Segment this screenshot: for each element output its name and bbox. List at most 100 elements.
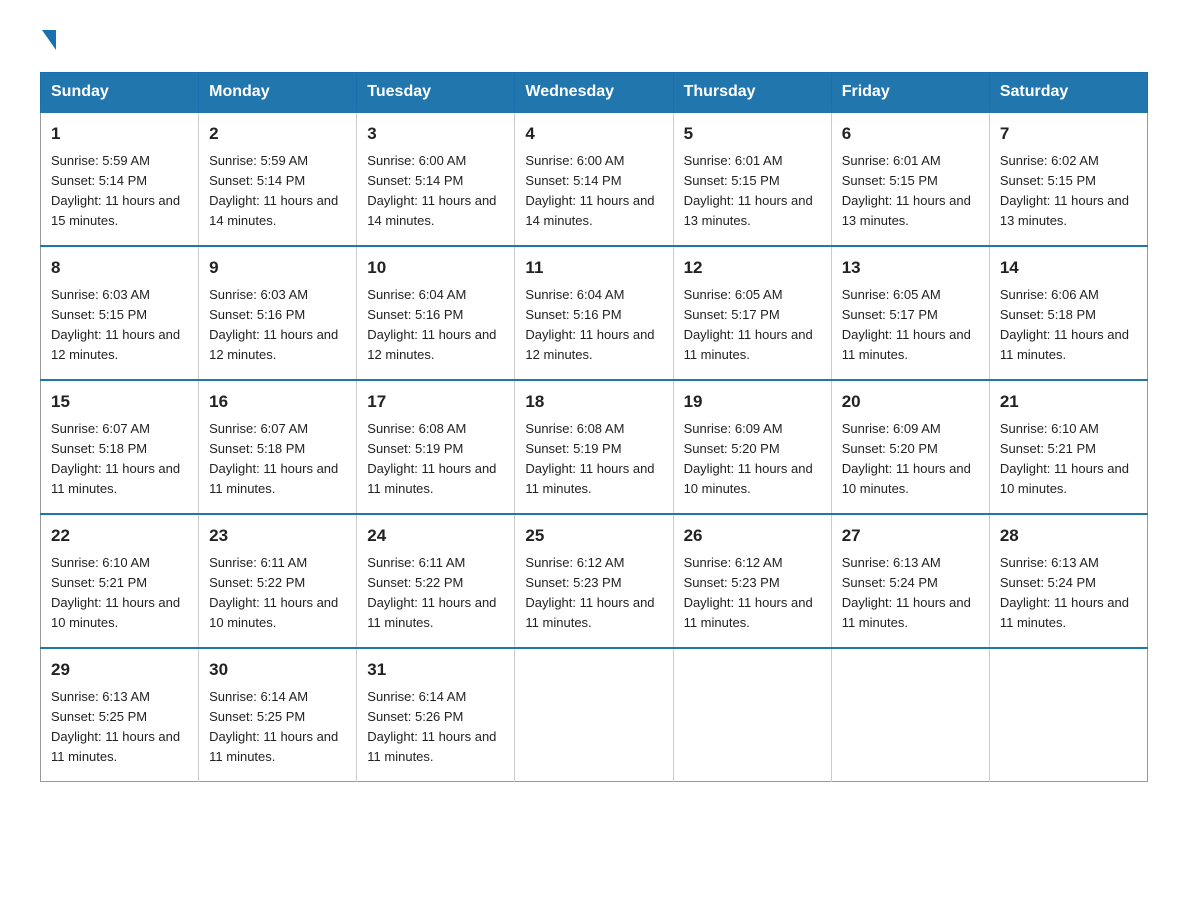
day-number: 14 (1000, 255, 1137, 281)
day-info: Sunrise: 6:13 AMSunset: 5:24 PMDaylight:… (842, 553, 979, 634)
day-info: Sunrise: 6:03 AMSunset: 5:16 PMDaylight:… (209, 285, 346, 366)
day-info: Sunrise: 6:12 AMSunset: 5:23 PMDaylight:… (684, 553, 821, 634)
day-number: 30 (209, 657, 346, 683)
logo (40, 30, 56, 54)
calendar-cell: 22 Sunrise: 6:10 AMSunset: 5:21 PMDayligh… (41, 514, 199, 648)
calendar-cell: 18 Sunrise: 6:08 AMSunset: 5:19 PMDayligh… (515, 380, 673, 514)
header-monday: Monday (199, 73, 357, 113)
day-info: Sunrise: 6:07 AMSunset: 5:18 PMDaylight:… (209, 419, 346, 500)
day-number: 21 (1000, 389, 1137, 415)
day-info: Sunrise: 6:05 AMSunset: 5:17 PMDaylight:… (842, 285, 979, 366)
header-wednesday: Wednesday (515, 73, 673, 113)
calendar-cell (831, 648, 989, 782)
day-number: 7 (1000, 121, 1137, 147)
calendar-cell: 1 Sunrise: 5:59 AMSunset: 5:14 PMDaylight… (41, 112, 199, 246)
calendar-cell: 21 Sunrise: 6:10 AMSunset: 5:21 PMDayligh… (989, 380, 1147, 514)
day-number: 1 (51, 121, 188, 147)
calendar-cell: 14 Sunrise: 6:06 AMSunset: 5:18 PMDayligh… (989, 246, 1147, 380)
day-info: Sunrise: 6:06 AMSunset: 5:18 PMDaylight:… (1000, 285, 1137, 366)
calendar-cell (673, 648, 831, 782)
day-info: Sunrise: 6:05 AMSunset: 5:17 PMDaylight:… (684, 285, 821, 366)
day-info: Sunrise: 6:00 AMSunset: 5:14 PMDaylight:… (525, 151, 662, 232)
day-number: 18 (525, 389, 662, 415)
day-number: 31 (367, 657, 504, 683)
day-info: Sunrise: 6:10 AMSunset: 5:21 PMDaylight:… (1000, 419, 1137, 500)
calendar-cell: 9 Sunrise: 6:03 AMSunset: 5:16 PMDaylight… (199, 246, 357, 380)
calendar-cell: 24 Sunrise: 6:11 AMSunset: 5:22 PMDayligh… (357, 514, 515, 648)
day-info: Sunrise: 6:01 AMSunset: 5:15 PMDaylight:… (842, 151, 979, 232)
day-info: Sunrise: 6:09 AMSunset: 5:20 PMDaylight:… (684, 419, 821, 500)
day-number: 6 (842, 121, 979, 147)
day-number: 10 (367, 255, 504, 281)
calendar-cell: 6 Sunrise: 6:01 AMSunset: 5:15 PMDaylight… (831, 112, 989, 246)
header-tuesday: Tuesday (357, 73, 515, 113)
header-saturday: Saturday (989, 73, 1147, 113)
day-number: 2 (209, 121, 346, 147)
day-info: Sunrise: 6:09 AMSunset: 5:20 PMDaylight:… (842, 419, 979, 500)
day-number: 20 (842, 389, 979, 415)
calendar-cell: 17 Sunrise: 6:08 AMSunset: 5:19 PMDayligh… (357, 380, 515, 514)
day-number: 17 (367, 389, 504, 415)
day-number: 25 (525, 523, 662, 549)
calendar-cell: 23 Sunrise: 6:11 AMSunset: 5:22 PMDayligh… (199, 514, 357, 648)
calendar-cell: 13Sunrise: 6:05 AMSunset: 5:17 PMDayligh… (831, 246, 989, 380)
calendar-cell: 11Sunrise: 6:04 AMSunset: 5:16 PMDayligh… (515, 246, 673, 380)
calendar-cell: 29 Sunrise: 6:13 AMSunset: 5:25 PMDayligh… (41, 648, 199, 782)
day-number: 23 (209, 523, 346, 549)
day-number: 28 (1000, 523, 1137, 549)
calendar-week-row: 22 Sunrise: 6:10 AMSunset: 5:21 PMDayligh… (41, 514, 1148, 648)
day-info: Sunrise: 6:12 AMSunset: 5:23 PMDaylight:… (525, 553, 662, 634)
calendar-cell: 7 Sunrise: 6:02 AMSunset: 5:15 PMDaylight… (989, 112, 1147, 246)
day-number: 26 (684, 523, 821, 549)
day-number: 9 (209, 255, 346, 281)
calendar-week-row: 29 Sunrise: 6:13 AMSunset: 5:25 PMDayligh… (41, 648, 1148, 782)
day-info: Sunrise: 6:00 AMSunset: 5:14 PMDaylight:… (367, 151, 504, 232)
logo-triangle-icon (42, 30, 56, 50)
calendar-cell: 30 Sunrise: 6:14 AMSunset: 5:25 PMDayligh… (199, 648, 357, 782)
day-number: 29 (51, 657, 188, 683)
calendar-cell: 12 Sunrise: 6:05 AMSunset: 5:17 PMDayligh… (673, 246, 831, 380)
day-number: 27 (842, 523, 979, 549)
day-info: Sunrise: 5:59 AMSunset: 5:14 PMDaylight:… (209, 151, 346, 232)
header-friday: Friday (831, 73, 989, 113)
calendar-cell: 28Sunrise: 6:13 AMSunset: 5:24 PMDayligh… (989, 514, 1147, 648)
day-number: 24 (367, 523, 504, 549)
calendar-cell: 16 Sunrise: 6:07 AMSunset: 5:18 PMDayligh… (199, 380, 357, 514)
calendar-table: SundayMondayTuesdayWednesdayThursdayFrid… (40, 72, 1148, 782)
calendar-cell: 26 Sunrise: 6:12 AMSunset: 5:23 PMDayligh… (673, 514, 831, 648)
calendar-cell (515, 648, 673, 782)
calendar-cell: 2 Sunrise: 5:59 AMSunset: 5:14 PMDaylight… (199, 112, 357, 246)
day-info: Sunrise: 6:11 AMSunset: 5:22 PMDaylight:… (209, 553, 346, 634)
day-number: 22 (51, 523, 188, 549)
day-number: 8 (51, 255, 188, 281)
calendar-week-row: 1 Sunrise: 5:59 AMSunset: 5:14 PMDaylight… (41, 112, 1148, 246)
page-header (40, 30, 1148, 54)
day-info: Sunrise: 5:59 AMSunset: 5:14 PMDaylight:… (51, 151, 188, 232)
day-info: Sunrise: 6:13 AMSunset: 5:25 PMDaylight:… (51, 687, 188, 768)
day-info: Sunrise: 6:04 AMSunset: 5:16 PMDaylight:… (367, 285, 504, 366)
day-info: Sunrise: 6:08 AMSunset: 5:19 PMDaylight:… (525, 419, 662, 500)
header-sunday: Sunday (41, 73, 199, 113)
day-info: Sunrise: 6:11 AMSunset: 5:22 PMDaylight:… (367, 553, 504, 634)
day-info: Sunrise: 6:07 AMSunset: 5:18 PMDaylight:… (51, 419, 188, 500)
calendar-cell: 4Sunrise: 6:00 AMSunset: 5:14 PMDaylight… (515, 112, 673, 246)
calendar-cell: 5Sunrise: 6:01 AMSunset: 5:15 PMDaylight… (673, 112, 831, 246)
day-number: 5 (684, 121, 821, 147)
day-info: Sunrise: 6:02 AMSunset: 5:15 PMDaylight:… (1000, 151, 1137, 232)
calendar-cell: 27 Sunrise: 6:13 AMSunset: 5:24 PMDayligh… (831, 514, 989, 648)
day-number: 15 (51, 389, 188, 415)
header-thursday: Thursday (673, 73, 831, 113)
calendar-week-row: 8Sunrise: 6:03 AMSunset: 5:15 PMDaylight… (41, 246, 1148, 380)
calendar-cell: 20 Sunrise: 6:09 AMSunset: 5:20 PMDayligh… (831, 380, 989, 514)
day-number: 16 (209, 389, 346, 415)
day-info: Sunrise: 6:10 AMSunset: 5:21 PMDaylight:… (51, 553, 188, 634)
day-info: Sunrise: 6:14 AMSunset: 5:25 PMDaylight:… (209, 687, 346, 768)
calendar-cell: 15 Sunrise: 6:07 AMSunset: 5:18 PMDayligh… (41, 380, 199, 514)
calendar-cell: 31Sunrise: 6:14 AMSunset: 5:26 PMDayligh… (357, 648, 515, 782)
calendar-cell: 3 Sunrise: 6:00 AMSunset: 5:14 PMDaylight… (357, 112, 515, 246)
calendar-week-row: 15 Sunrise: 6:07 AMSunset: 5:18 PMDayligh… (41, 380, 1148, 514)
day-number: 12 (684, 255, 821, 281)
day-number: 3 (367, 121, 504, 147)
day-number: 19 (684, 389, 821, 415)
day-info: Sunrise: 6:08 AMSunset: 5:19 PMDaylight:… (367, 419, 504, 500)
